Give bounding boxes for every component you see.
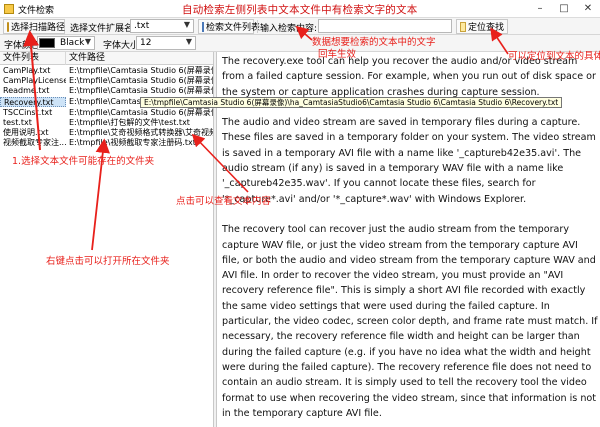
- window-controls: – □ ✕: [528, 0, 600, 18]
- font-size-select[interactable]: 12 ▼: [136, 36, 196, 50]
- font-color-swatch: [39, 38, 55, 48]
- table-row[interactable]: CamPlayLicense.txt E:\tmpfile\Camtasia S…: [0, 76, 213, 86]
- font-color-label: 字体颜色: [4, 41, 41, 51]
- select-path-label: 选择扫描路径: [11, 23, 66, 33]
- table-row[interactable]: CamPlay.txt E:\tmpfile\Camtasia Studio 6…: [0, 66, 213, 76]
- path-tooltip: E:\tmpfile\Camtasia Studio 6(屏幕录像)\ha_Ca…: [140, 97, 563, 108]
- chevron-down-icon: ▼: [185, 37, 192, 46]
- file-name-cell: CamPlayLicense.txt: [3, 76, 66, 85]
- file-name-cell: test.txt: [3, 118, 32, 127]
- text-content-view[interactable]: The recovery.exe tool can help you recov…: [216, 52, 600, 427]
- folder-icon: [7, 21, 9, 32]
- search-content-label: 输入检索内容:: [260, 24, 318, 34]
- content-paragraph: The recovery tool can recover just the a…: [222, 224, 598, 419]
- text-body: The recovery.exe tool can help you recov…: [222, 54, 598, 427]
- find-icon: [460, 21, 466, 32]
- main-toolbar: 选择扫描路径 选择文件扩展名: .txt ▼ 检索文件列表 输入检索内容: 定位…: [0, 18, 600, 35]
- file-path-cell: E:\tmpfile\Camtasia Studio 6(屏幕录像)\ha_: [69, 86, 213, 95]
- content-paragraph: The audio and video stream are saved in …: [222, 117, 596, 205]
- file-path-cell: E:\tmpfile\艾奇视频格式转换器\艾奇视频...: [69, 128, 214, 137]
- table-row[interactable]: test.txt E:\tmpfile\打包解的文件\test.txt: [0, 118, 213, 128]
- font-size-label: 字体大小: [103, 41, 140, 51]
- column-header-path[interactable]: 文件路径: [66, 52, 213, 65]
- file-path-cell: E:\tmpfile\视频截取专家注册码.txt: [69, 138, 196, 147]
- file-list-grid[interactable]: 文件列表 文件路径 CamPlay.txt E:\tmpfile\Camtasi…: [0, 52, 214, 427]
- locate-find-button[interactable]: 定位查找: [456, 19, 508, 34]
- window-title: 文件检索: [18, 6, 55, 16]
- file-path-cell: E:\tmpfile\打包解的文件\test.txt: [69, 118, 190, 127]
- overlay-title: 自动检索左侧列表中文本文件中有检索文字的文本: [182, 4, 418, 16]
- locate-find-label: 定位查找: [467, 23, 504, 33]
- title-bar: 文件检索 自动检索左侧列表中文本文件中有检索文字的文本 – □ ✕: [0, 0, 600, 18]
- app-icon: [4, 4, 14, 14]
- table-row[interactable]: 使用说明.txt E:\tmpfile\艾奇视频格式转换器\艾奇视频...: [0, 128, 214, 138]
- font-size-value: 12: [140, 38, 152, 48]
- file-path-cell: E:\tmpfile\Camtasia Studio 6(屏幕录像)\ha_: [69, 76, 213, 85]
- file-path-cell: E:\tmpfile\Camtasia Studio 6(屏幕录像)\ha_: [69, 66, 213, 75]
- file-name-cell: TSCCinst.txt: [3, 108, 53, 117]
- extension-select[interactable]: .txt ▼: [130, 19, 194, 33]
- close-button[interactable]: ✕: [576, 0, 600, 18]
- select-path-button[interactable]: 选择扫描路径: [3, 19, 65, 34]
- file-name-cell: 使用说明.txt: [3, 128, 49, 137]
- minimize-button[interactable]: –: [528, 0, 552, 18]
- toolbar-divider: [257, 20, 258, 33]
- annotation-right-click-hint: 右键点击可以打开所在文件夹: [46, 256, 170, 267]
- table-row[interactable]: TSCCinst.txt E:\tmpfile\Camtasia Studio …: [0, 108, 213, 118]
- file-name-cell: 视频截取专家注...: [3, 138, 66, 147]
- maximize-button[interactable]: □: [552, 0, 576, 18]
- file-path-cell: E:\tmpfile\Camtasia Studio 6(屏幕录像)\ha_: [69, 108, 213, 117]
- grid-header: 文件列表 文件路径: [0, 52, 213, 65]
- annotation-enter-hint: 回车生效: [318, 49, 357, 60]
- file-name-cell: Readme.txt: [3, 86, 50, 95]
- annotation-click-hint: 点击可以查看文本内容: [176, 196, 272, 207]
- annotation-select-hint: 1.选择文本文件可能存在的文件夹: [12, 156, 155, 167]
- chevron-down-icon: ▼: [84, 37, 91, 46]
- extension-label: 选择文件扩展名:: [70, 24, 137, 34]
- table-row[interactable]: 视频截取专家注... E:\tmpfile\视频截取专家注册码.txt: [0, 138, 213, 148]
- list-files-label: 检索文件列表: [206, 23, 261, 33]
- column-header-file[interactable]: 文件列表: [0, 52, 66, 65]
- search-content-input[interactable]: [318, 19, 452, 33]
- extension-value: .txt: [134, 21, 150, 31]
- table-row[interactable]: Readme.txt E:\tmpfile\Camtasia Studio 6(…: [0, 86, 213, 96]
- chevron-down-icon: ▼: [183, 20, 190, 29]
- font-color-value: Black: [60, 38, 85, 48]
- list-icon: [202, 21, 204, 32]
- list-files-button[interactable]: 检索文件列表: [198, 19, 260, 34]
- annotation-locate-hint: 可以定位到文本的具体位: [508, 51, 600, 62]
- file-name-cell: Recovery.txt: [0, 97, 66, 107]
- file-name-cell: CamPlay.txt: [3, 66, 51, 75]
